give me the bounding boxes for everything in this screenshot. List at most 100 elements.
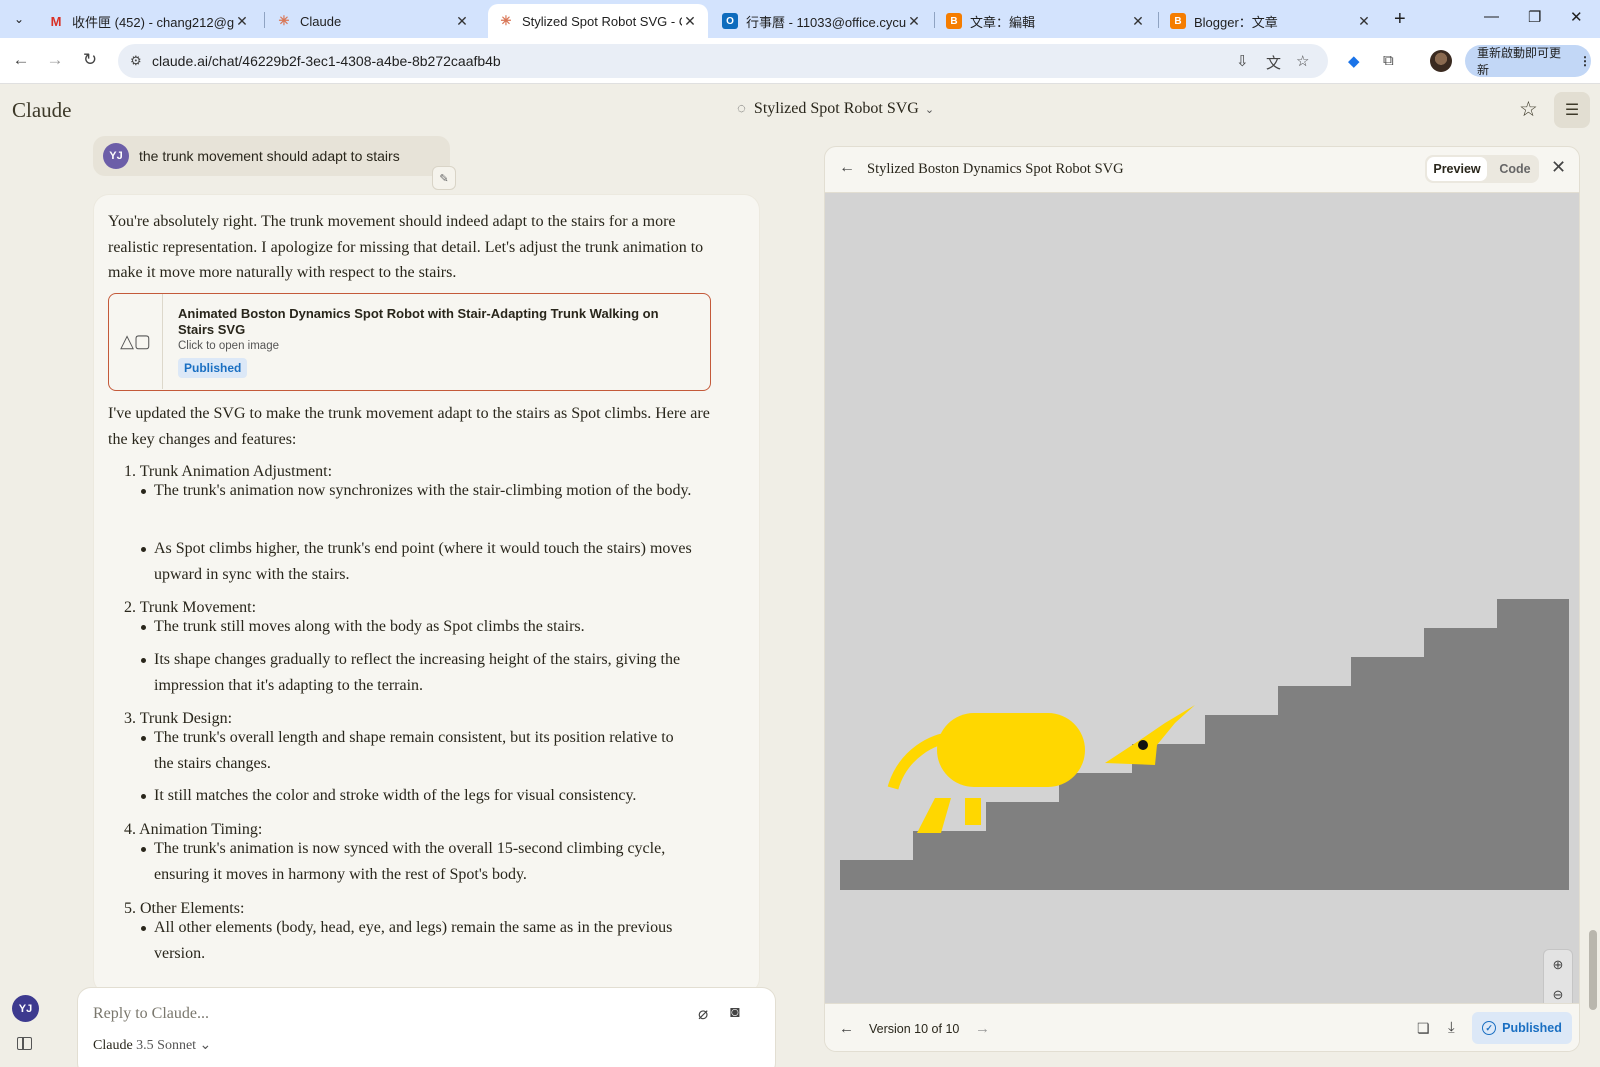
published-button[interactable]: ✓ Published — [1472, 1012, 1572, 1044]
copy-icon[interactable]: ❏ — [1417, 1020, 1430, 1037]
stair-step — [840, 860, 913, 890]
tab-code[interactable]: Code — [1493, 157, 1537, 181]
close-icon[interactable]: ✕ — [1356, 13, 1372, 30]
address-bar[interactable]: ⚙ claude.ai/chat/46229b2f-3ec1-4308-a4be… — [118, 44, 1328, 78]
profile-avatar[interactable] — [1430, 50, 1452, 72]
artifact-panel: ← Stylized Boston Dynamics Spot Robot SV… — [824, 146, 1580, 1052]
list-bullet: As Spot climbs higher, the trunk's end p… — [141, 536, 694, 587]
zoom-in-icon[interactable]: ⊕ — [1544, 950, 1572, 980]
sidebar-toggle-icon[interactable] — [17, 1037, 32, 1050]
sidebar-user-avatar[interactable]: YJ — [12, 995, 39, 1022]
gmail-icon: M — [50, 13, 62, 29]
update-button[interactable]: 重新啟動即可更新 ⋮ — [1465, 45, 1591, 77]
minimize-icon[interactable]: — — [1484, 8, 1499, 25]
prev-version-arrow-icon[interactable]: ← — [839, 1020, 854, 1037]
close-icon[interactable]: ✕ — [1130, 13, 1146, 30]
robot-eye — [1138, 740, 1148, 750]
claude-icon: ✳ — [500, 13, 512, 28]
reload-icon[interactable]: ↻ — [79, 50, 101, 70]
chevron-down-icon: ⌄ — [924, 103, 935, 116]
page-scrollbar[interactable] — [1589, 930, 1597, 1010]
window-close-icon[interactable]: ✕ — [1570, 8, 1583, 26]
chevron-down-icon: ⌄ — [199, 1038, 212, 1053]
star-icon[interactable]: ☆ — [1519, 97, 1538, 122]
tab-calendar[interactable]: O 行事曆 - 11033@office.cycu.e ✕ — [712, 4, 932, 38]
list-bullet: The trunk's animation is now synced with… — [141, 836, 694, 887]
list-bullet: Its shape changes gradually to reflect t… — [141, 647, 694, 698]
stair-step — [1205, 715, 1278, 890]
more-vert-icon[interactable]: ⋮ — [1579, 54, 1591, 68]
spot-robot-svg — [840, 599, 1569, 890]
chat-title-dropdown[interactable]: ◌ Stylized Spot Robot SVG ⌄ — [737, 100, 934, 118]
stair-step — [1059, 773, 1132, 890]
close-icon[interactable]: ✕ — [454, 13, 470, 30]
tab-title: 收件匣 (452) - chang212@gm — [72, 14, 234, 30]
reply-input[interactable]: Reply to Claude... — [93, 1005, 209, 1023]
artifact-panel-header: ← Stylized Boston Dynamics Spot Robot SV… — [825, 147, 1579, 193]
list-bullet: It still matches the color and stroke wi… — [141, 783, 694, 809]
artifact-card[interactable]: △▢ Animated Boston Dynamics Spot Robot w… — [108, 293, 711, 391]
extension-shield-icon[interactable]: ◆ — [1348, 52, 1360, 70]
stair-step — [913, 831, 986, 890]
tab-divider — [264, 12, 265, 28]
tab-preview[interactable]: Preview — [1427, 157, 1487, 181]
close-icon[interactable]: ✕ — [682, 13, 698, 30]
check-circle-icon: ✓ — [1482, 1021, 1497, 1035]
robot-leg — [917, 798, 951, 833]
close-icon[interactable]: ✕ — [1551, 157, 1566, 178]
tab-divider — [1158, 12, 1159, 28]
translate-icon[interactable]: 文 — [1266, 52, 1281, 73]
list-bullet: All other elements (body, head, eye, and… — [141, 915, 694, 966]
next-version-arrow-icon[interactable]: → — [975, 1020, 990, 1037]
bookmark-star-icon[interactable]: ☆ — [1296, 52, 1309, 70]
tab-search-chevron-icon[interactable]: ⌄ — [7, 8, 31, 30]
user-avatar: YJ — [103, 143, 129, 169]
blogger-icon: B — [946, 13, 962, 29]
stair-step — [1351, 657, 1424, 890]
shapes-icon: △▢ — [109, 294, 163, 389]
view-toggle: Preview Code — [1425, 155, 1539, 183]
list-bullet: The trunk's animation now synchronizes w… — [141, 478, 694, 504]
outlook-icon: O — [722, 13, 738, 29]
settings-sliders-icon[interactable]: ☰ — [1554, 92, 1590, 128]
blogger-icon: B — [1170, 13, 1186, 29]
close-icon[interactable]: ✕ — [906, 13, 922, 30]
extensions-puzzle-icon[interactable]: ⧉ — [1383, 52, 1394, 69]
install-app-icon[interactable]: ⇩ — [1236, 52, 1249, 70]
stair-step — [1278, 686, 1351, 890]
back-arrow-icon[interactable]: ← — [839, 159, 855, 177]
tab-claude[interactable]: ✳ Claude ✕ — [266, 4, 480, 38]
download-icon[interactable]: ⤓ — [1448, 1019, 1455, 1036]
close-icon[interactable]: ✕ — [234, 13, 250, 30]
published-label: Published — [1502, 1021, 1562, 1035]
forward-arrow-icon[interactable]: → — [44, 50, 66, 70]
edit-pencil-icon[interactable]: ✎ — [432, 166, 456, 190]
tab-divider — [934, 12, 935, 28]
chat-bubble-icon: ◌ — [737, 100, 746, 117]
robot-leg — [965, 798, 981, 825]
list-bullet: The trunk's overall length and shape rem… — [141, 725, 694, 776]
tab-title: 文章：編輯 — [970, 14, 1036, 30]
artifact-panel-footer: ← Version 10 of 10 → ❏ ⤓ ✓ Published — [825, 1003, 1579, 1051]
claude-icon: ✳ — [278, 13, 290, 28]
paperclip-icon[interactable]: ⌀ — [698, 1004, 708, 1024]
model-selector[interactable]: Claude 3.5 Sonnet ⌄ — [93, 1037, 211, 1054]
tab-title: 行事曆 - 11033@office.cycu.e — [746, 14, 906, 30]
site-settings-icon[interactable]: ⚙ — [130, 53, 142, 69]
reply-box[interactable]: Reply to Claude... ⌀ ◙ Claude 3.5 Sonnet… — [77, 987, 776, 1067]
restore-icon[interactable]: ❐ — [1528, 8, 1541, 26]
new-tab-plus-icon[interactable]: + — [1394, 8, 1406, 31]
stair-step — [1132, 744, 1205, 890]
tab-blogger-posts[interactable]: B Blogger：文章 ✕ — [1160, 4, 1382, 38]
tab-stylized-spot[interactable]: ✳ Stylized Spot Robot SVG - Cla ✕ — [488, 4, 708, 38]
published-badge: Published — [178, 358, 248, 378]
user-message-text: the trunk movement should adapt to stair… — [139, 148, 400, 164]
camera-icon[interactable]: ◙ — [730, 1004, 740, 1022]
tab-gmail[interactable]: M 收件匣 (452) - chang212@gm ✕ — [38, 4, 260, 38]
back-arrow-icon[interactable]: ← — [10, 50, 32, 70]
artifact-subtitle: Click to open image — [178, 340, 279, 352]
tab-blogger-edit[interactable]: B 文章：編輯 ✕ — [936, 4, 1156, 38]
claude-logo[interactable]: Claude — [12, 98, 71, 123]
assistant-summary: I've updated the SVG to make the trunk m… — [108, 405, 710, 448]
tab-title: Claude — [300, 13, 342, 29]
